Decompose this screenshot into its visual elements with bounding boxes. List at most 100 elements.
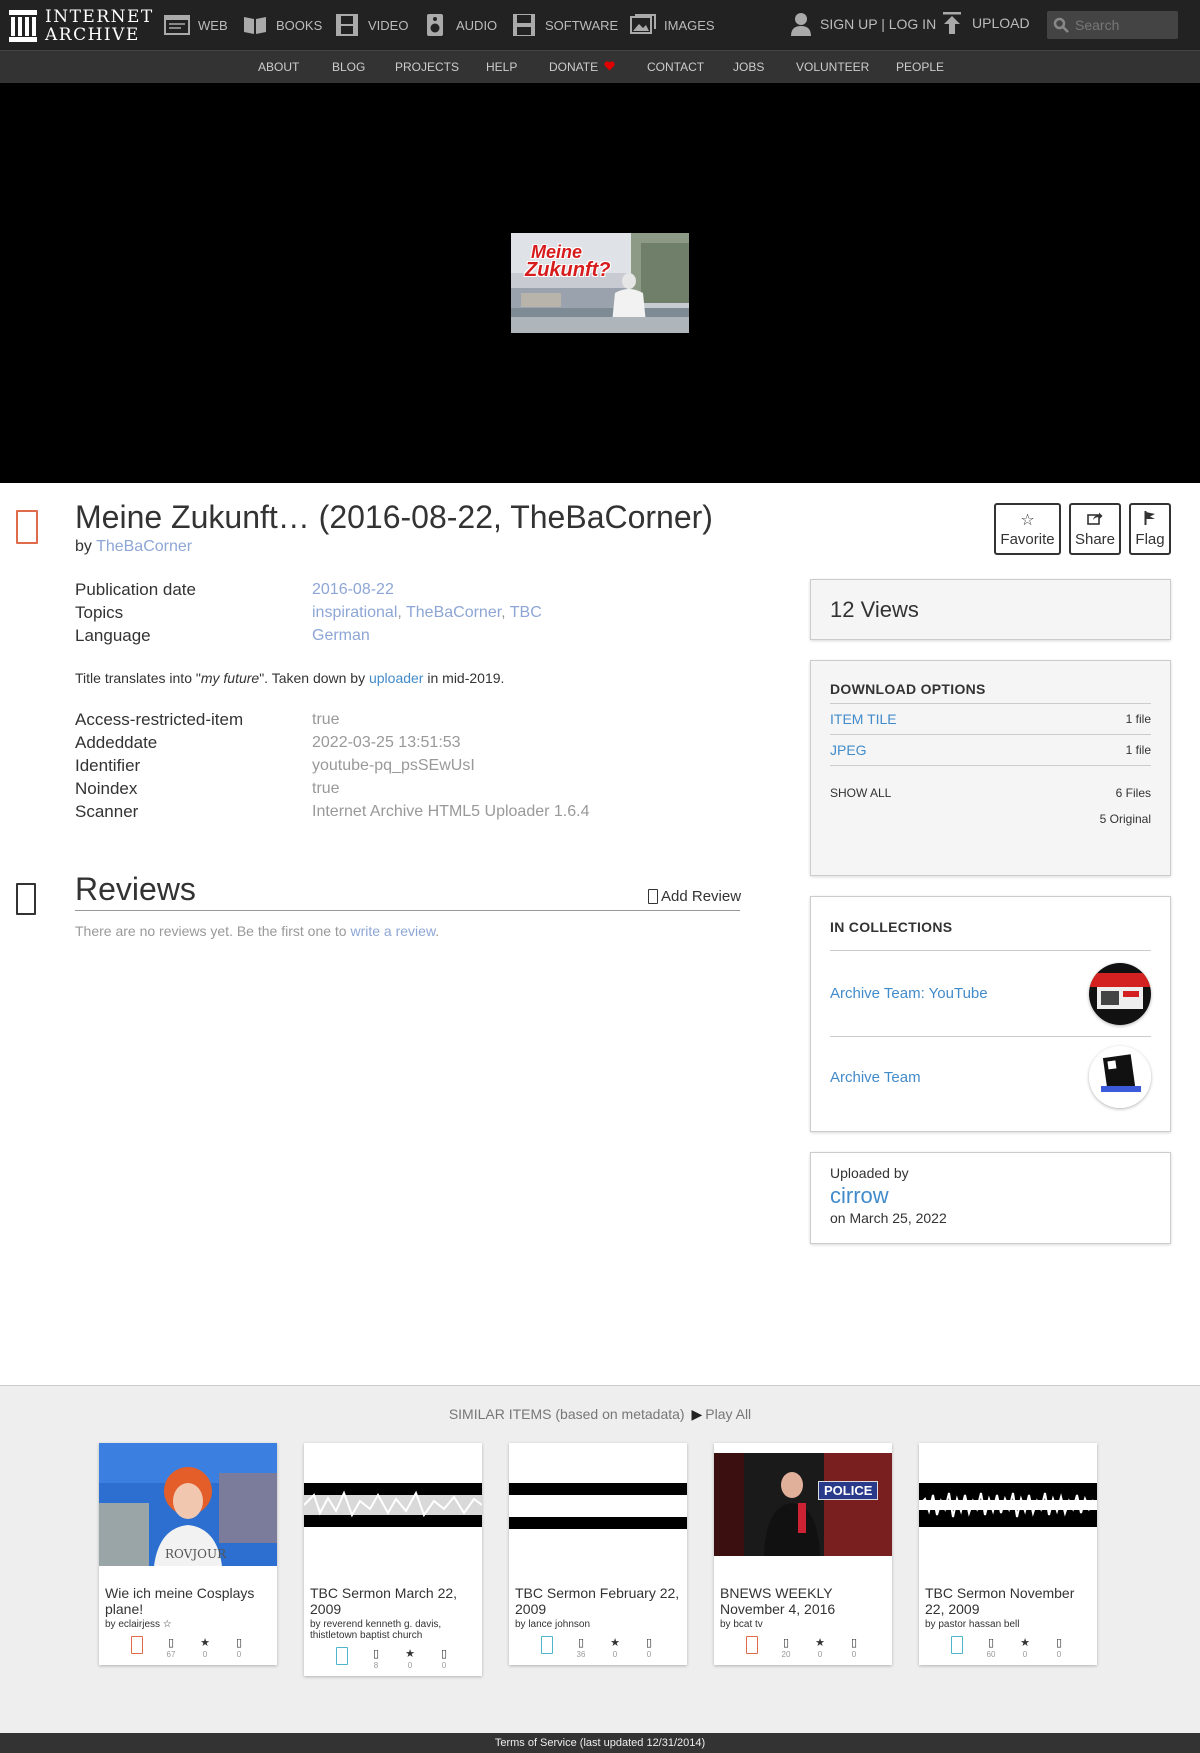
show-all-link[interactable]: SHOW ALL — [830, 786, 891, 832]
byline-prefix: by — [75, 538, 97, 555]
collection-row: Archive Team: YouTube — [830, 951, 1151, 1037]
media-type-stat — [947, 1636, 967, 1659]
similar-item-card[interactable]: TBC Sermon March 22, 2009 by reverend ke… — [304, 1443, 482, 1676]
views-box: 12 Views — [810, 579, 1171, 640]
subnav-projects[interactable]: PROJECTS — [395, 60, 459, 74]
language-label: Language — [75, 626, 151, 645]
reviews-stat: ▯ 0 — [229, 1636, 249, 1659]
collection-thumbnail[interactable] — [1089, 962, 1151, 1025]
no-reviews-message: There are no reviews yet. Be the first o… — [75, 923, 439, 939]
reviews-count: 0 — [1056, 1650, 1062, 1659]
similar-item-card[interactable]: TBC Sermon November 22, 2009 by pastor h… — [919, 1443, 1097, 1665]
subnav-help[interactable]: HELP — [486, 60, 517, 74]
audio-type-icon — [336, 1647, 348, 1665]
uploader-name-link[interactable]: cirrow — [830, 1183, 1151, 1209]
share-button[interactable]: Share — [1069, 503, 1121, 555]
creator-link[interactable]: TheBaCorner — [96, 538, 192, 555]
reviews-stat: ▯ 0 — [639, 1636, 659, 1659]
favorite-label: Favorite — [1000, 531, 1055, 548]
views-stat: ▯ 36 — [571, 1636, 591, 1659]
views-stat: ▯ 67 — [161, 1636, 181, 1659]
item-description: Title translates into "my future". Taken… — [75, 670, 504, 686]
upload-date: on March 25, 2022 — [830, 1210, 947, 1226]
file-totals: 6 Files 5 Original — [1100, 780, 1151, 832]
collection-link[interactable]: Archive Team — [830, 1069, 921, 1086]
similar-item-title: TBC Sermon February 22, 2009 — [515, 1585, 680, 1617]
views-stat: ▯ 60 — [981, 1636, 1001, 1659]
upload-link[interactable]: UPLOAD — [942, 12, 1030, 34]
eye-icon: ▯ — [577, 1637, 585, 1649]
nav-software[interactable]: SOFTWARE — [511, 12, 618, 38]
add-review-button[interactable]: Add Review — [648, 888, 741, 905]
subnav-people[interactable]: PEOPLE — [896, 60, 944, 74]
write-review-link[interactable]: write a review — [350, 923, 435, 939]
nav-books[interactable]: BOOKS — [242, 12, 322, 38]
original-total[interactable]: 5 Original — [1100, 806, 1151, 832]
review-icon: ▯ — [645, 1637, 653, 1649]
play-all-label: Play All — [705, 1406, 752, 1422]
subnav-jobs[interactable]: JOBS — [733, 60, 764, 74]
picture-icon — [630, 14, 656, 34]
download-item-tile-link[interactable]: ITEM TILE — [830, 711, 897, 727]
files-total[interactable]: 6 Files — [1100, 780, 1151, 806]
add-review-label: Add Review — [661, 888, 742, 905]
signup-login-label: SIGN UP | LOG IN — [820, 16, 937, 32]
video-thumbnail[interactable]: Meine Zukunft? — [511, 233, 689, 333]
description-text: Title translates into " — [75, 670, 201, 686]
internet-archive-logo[interactable]: INTERNET ARCHIVE — [9, 8, 154, 44]
publication-date-value[interactable]: 2016-08-22 — [312, 581, 394, 599]
description-text: in mid-2019. — [423, 670, 505, 686]
subnav-donate[interactable]: DONATE — [549, 60, 616, 74]
similar-item-thumbnail: ROVJOUR — [99, 1443, 277, 1566]
views-count: 67 — [166, 1650, 176, 1659]
flag-label: Flag — [1135, 531, 1165, 548]
similar-items-section: SIMILAR ITEMS (based on metadata) ▶ Play … — [0, 1385, 1200, 1733]
similar-items-title: SIMILAR ITEMS (based on metadata) — [448, 1406, 685, 1422]
flag-icon — [1131, 511, 1169, 531]
play-all-button[interactable]: ▶ Play All — [688, 1406, 751, 1422]
reviews-count: 0 — [236, 1650, 242, 1659]
download-jpeg-link[interactable]: JPEG — [830, 742, 867, 758]
thumbnail-caption-line-2: Zukunft? — [525, 259, 611, 281]
subnav-blog[interactable]: BLOG — [332, 60, 365, 74]
similar-item-card[interactable]: POLICE BNEWS WEEKLY November 4, 2016 by … — [714, 1443, 892, 1665]
topics-values: inspirational, TheBaCorner, TBC — [312, 604, 542, 622]
signup-login-link[interactable]: SIGN UP | LOG IN — [790, 12, 936, 36]
addeddate-value: 2022-03-25 13:51:53 — [312, 734, 461, 751]
nav-video[interactable]: VIDEO — [334, 12, 408, 38]
share-label: Share — [1074, 531, 1116, 548]
search-icon — [1053, 17, 1069, 33]
subnav-about[interactable]: ABOUT — [258, 60, 299, 74]
terms-of-service-link[interactable]: Terms of Service (last updated 12/31/201… — [495, 1737, 705, 1749]
collection-row: Archive Team — [830, 1037, 1151, 1117]
language-value[interactable]: German — [312, 627, 370, 645]
nav-audio[interactable]: AUDIO — [422, 12, 497, 38]
uploader-link[interactable]: uploader — [369, 670, 424, 686]
similar-item-card[interactable]: TBC Sermon February 22, 2009 by lance jo… — [509, 1443, 687, 1665]
flag-button[interactable]: Flag — [1129, 503, 1171, 555]
similar-item-title: TBC Sermon November 22, 2009 — [925, 1585, 1075, 1617]
collection-link[interactable]: Archive Team: YouTube — [830, 985, 988, 1002]
subnav-volunteer[interactable]: VOLUNTEER — [796, 60, 869, 74]
movie-type-icon — [131, 1636, 143, 1654]
favorites-count: 0 — [202, 1650, 208, 1659]
nav-video-label: VIDEO — [368, 17, 409, 33]
nav-images[interactable]: IMAGES — [630, 12, 715, 38]
nav-web[interactable]: WEB — [164, 12, 228, 38]
search-input[interactable] — [1075, 17, 1175, 33]
topic-link[interactable]: inspirational — [312, 604, 397, 621]
access-restricted-label: Access-restricted-item — [75, 710, 244, 729]
similar-item-creator: by reverend kenneth g. davis, thistletow… — [310, 1619, 442, 1641]
similar-item-card[interactable]: ROVJOUR Wie ich meine Cosplays plane! by… — [99, 1443, 277, 1665]
media-player[interactable]: Meine Zukunft? — [0, 83, 1200, 483]
collection-thumbnail[interactable] — [1089, 1046, 1151, 1108]
scanner-label: Scanner — [75, 802, 139, 821]
favorite-button[interactable]: ☆ Favorite — [994, 503, 1061, 555]
nav-images-label: IMAGES — [664, 17, 715, 33]
favorites-count: 0 — [1022, 1650, 1028, 1659]
similar-item-creator: by pastor hassan bell — [925, 1619, 1020, 1630]
subnav-contact[interactable]: CONTACT — [647, 60, 704, 74]
topic-link[interactable]: TheBaCorner — [406, 604, 501, 621]
topic-link[interactable]: TBC — [510, 604, 542, 621]
footer-terms[interactable]: Terms of Service (last updated 12/31/201… — [0, 1733, 1200, 1753]
